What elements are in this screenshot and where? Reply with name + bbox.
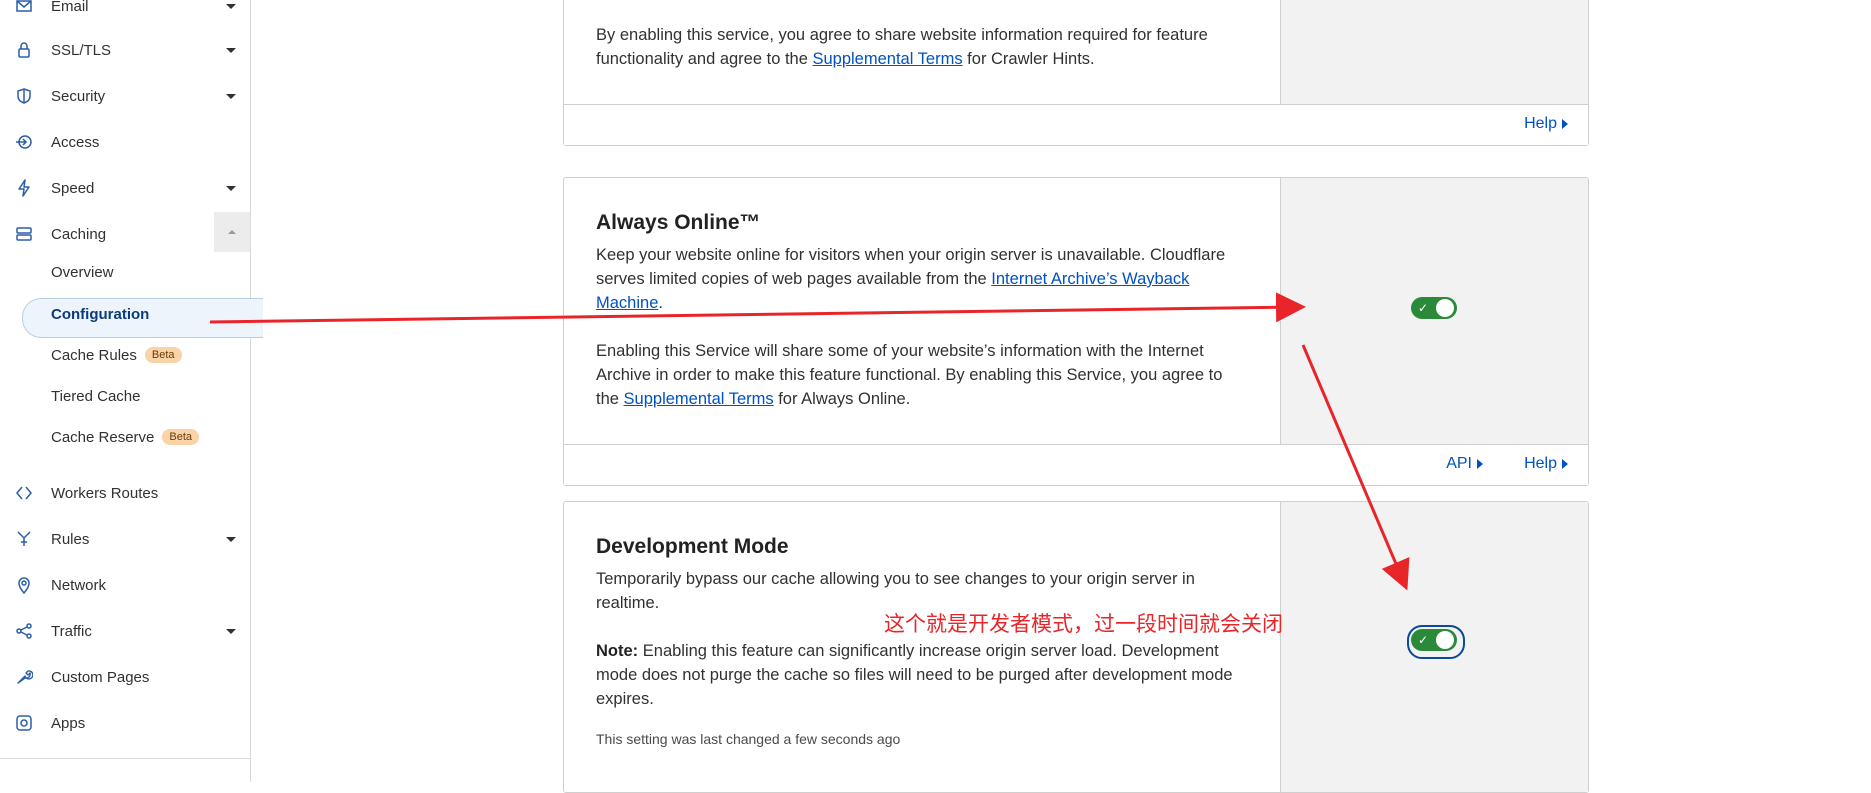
sidebar-item-traffic[interactable]: Traffic [0, 611, 250, 651]
sidebar-item-label: Rules [51, 530, 90, 548]
sidebar-item-label: Custom Pages [51, 668, 150, 686]
access-icon [14, 132, 34, 152]
location-pin-icon [14, 575, 34, 595]
api-label: API [1446, 455, 1472, 472]
sidebar-item-workers-routes[interactable]: Workers Routes [0, 473, 250, 513]
sidebar-item-label: Traffic [51, 622, 92, 640]
sidebar-subitem-overview[interactable]: Overview [51, 254, 114, 290]
help-label: Help [1524, 115, 1557, 132]
check-icon: ✓ [1418, 301, 1429, 315]
description-text: for Crawler Hints. [962, 50, 1095, 68]
crawler-hints-card: By enabling this service, you agree to s… [563, 0, 1589, 146]
sidebar-item-label: Security [51, 87, 106, 105]
rules-icon [14, 529, 34, 549]
help-link[interactable]: Help [1524, 115, 1568, 133]
sidebar-item-label: Access [51, 133, 100, 151]
sidebar-item-apps[interactable]: Apps [0, 703, 250, 743]
caret-right-icon [1562, 459, 1568, 469]
email-icon [14, 0, 34, 16]
sidebar-item-access[interactable]: Access [0, 122, 250, 162]
last-changed-text: This setting was last changed a few seco… [596, 731, 901, 747]
traffic-icon [14, 621, 34, 641]
card-settings-pane [1280, 0, 1588, 104]
always-online-card: ✓ Always Online™ Keep your website onlin… [563, 177, 1589, 486]
development-mode-card: ✓ Development Mode Temporarily bypass ou… [563, 501, 1589, 793]
sidebar-item-label: SSL/TLS [51, 41, 112, 59]
card-settings-pane: ✓ [1280, 502, 1588, 792]
card-title: Development Mode [596, 535, 789, 558]
sidebar-item-label: Caching [51, 225, 107, 243]
chevron-up-icon [228, 230, 236, 234]
sidebar-item-speed[interactable]: Speed [0, 168, 250, 208]
chevron-down-icon [226, 93, 236, 99]
lock-icon [14, 40, 34, 60]
workers-icon [14, 483, 34, 503]
sidebar-item-caching[interactable]: Caching [0, 212, 250, 254]
sidebar-item-label: Apps [51, 714, 86, 732]
card-title: Always Online™ [596, 211, 761, 234]
sidebar-subitem-label: Configuration [51, 305, 150, 323]
api-link[interactable]: API [1446, 455, 1483, 473]
toggle-knob [1436, 631, 1454, 649]
crawler-hints-description: By enabling this service, you agree to s… [596, 23, 1246, 71]
supplemental-terms-link[interactable]: Supplemental Terms [624, 390, 774, 408]
sidebar-item-security[interactable]: Security [0, 76, 250, 116]
sidebar-subitem-cache-reserve[interactable]: Cache Reserve Beta [51, 419, 200, 455]
always-online-consent: Enabling this Service will share some of… [596, 339, 1246, 411]
card-footer: API Help [564, 444, 1588, 485]
sidebar-subitem-label: Cache Rules [51, 346, 137, 364]
card-footer: Help [564, 104, 1588, 145]
description-text: for Always Online. [773, 390, 911, 408]
description-text: . [658, 294, 663, 312]
annotation-text: 这个就是开发者模式，过一段时间就会关闭 [884, 612, 1283, 636]
sidebar-item-ssl-tls[interactable]: SSL/TLS [0, 30, 250, 70]
sidebar-item-email[interactable]: Email [0, 0, 250, 26]
sidebar-item-label: Speed [51, 179, 95, 197]
sidebar-subitem-label: Overview [51, 263, 114, 281]
development-mode-note: Note: Enabling this feature can signific… [596, 639, 1246, 711]
note-text: Enabling this feature can significantly … [596, 642, 1233, 708]
chevron-down-icon [226, 3, 236, 9]
supplemental-terms-link[interactable]: Supplemental Terms [812, 50, 962, 68]
storage-icon [14, 224, 34, 244]
chevron-down-icon [226, 185, 236, 191]
help-label: Help [1524, 455, 1557, 472]
beta-badge: Beta [144, 347, 182, 363]
sidebar: Email SSL/TLS Security Access Speed Cach [0, 0, 263, 782]
sidebar-item-rules[interactable]: Rules [0, 519, 250, 559]
development-mode-toggle[interactable]: ✓ [1411, 629, 1457, 651]
lightning-icon [14, 178, 34, 198]
sidebar-divider [0, 758, 250, 759]
caret-right-icon [1562, 119, 1568, 129]
sidebar-item-network[interactable]: Network [0, 565, 250, 605]
card-settings-pane: ✓ [1280, 178, 1588, 444]
sidebar-item-label: Workers Routes [51, 484, 159, 502]
beta-badge: Beta [162, 429, 200, 445]
sidebar-item-label: Network [51, 576, 107, 594]
wrench-icon [14, 667, 34, 687]
chevron-down-icon [226, 536, 236, 542]
sidebar-subitem-tiered-cache[interactable]: Tiered Cache [51, 378, 141, 414]
chevron-down-icon [226, 628, 236, 634]
always-online-toggle[interactable]: ✓ [1411, 297, 1457, 319]
toggle-knob [1436, 299, 1454, 317]
sidebar-subitem-label: Tiered Cache [51, 387, 141, 405]
always-online-description: Keep your website online for visitors wh… [596, 243, 1246, 315]
sidebar-subitem-cache-rules[interactable]: Cache Rules Beta [51, 337, 182, 373]
apps-icon [14, 713, 34, 733]
check-icon: ✓ [1418, 633, 1429, 647]
note-label: Note: [596, 642, 639, 660]
collapse-button[interactable] [214, 212, 250, 252]
shield-icon [14, 86, 34, 106]
sidebar-subitem-label: Cache Reserve [51, 428, 155, 446]
caret-right-icon [1477, 459, 1483, 469]
chevron-down-icon [226, 47, 236, 53]
help-link[interactable]: Help [1524, 455, 1568, 473]
sidebar-item-custom-pages[interactable]: Custom Pages [0, 657, 250, 697]
sidebar-item-label: Email [51, 0, 89, 15]
sidebar-subitem-configuration[interactable]: Configuration [51, 296, 149, 332]
